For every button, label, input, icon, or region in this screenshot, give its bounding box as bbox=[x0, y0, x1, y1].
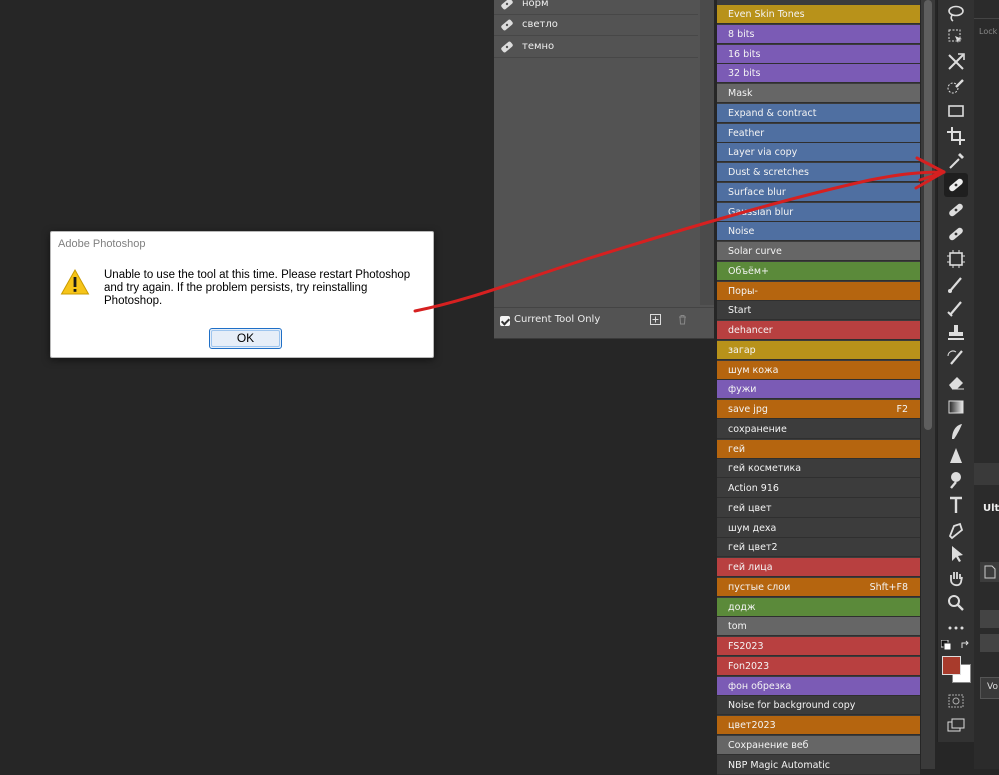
annotation-arrow bbox=[413, 156, 946, 313]
